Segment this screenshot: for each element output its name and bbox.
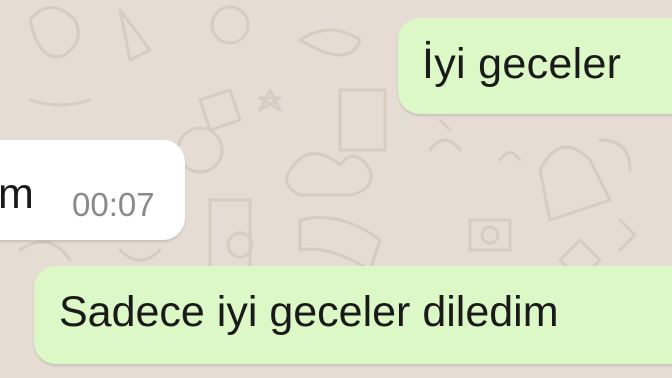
incoming-message-bubble[interactable]: m 00:07 — [0, 140, 185, 240]
message-timestamp: 00:07 — [72, 186, 155, 223]
outgoing-message-bubble[interactable]: İyi geceler — [398, 18, 672, 114]
chat-thread: İyi geceler m 00:07 Sadece iyi geceler d… — [0, 0, 672, 378]
message-text: m — [0, 170, 34, 218]
outgoing-message-bubble[interactable]: Sadece iyi geceler diledim — [34, 266, 672, 364]
message-text: İyi geceler — [422, 40, 622, 88]
message-text: Sadece iyi geceler diledim — [59, 288, 559, 336]
